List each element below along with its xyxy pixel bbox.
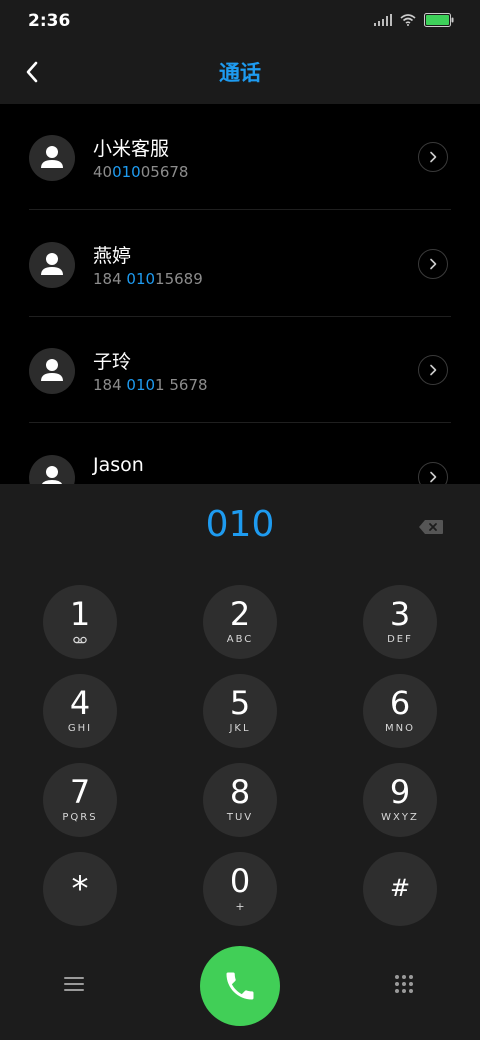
status-icons [374,12,454,28]
divider [29,422,451,423]
key-digit: 9 [389,773,411,811]
voicemail-icon [73,636,87,644]
status-time: 2:36 [28,11,71,31]
key-hash[interactable]: # [363,852,437,926]
key-digit: 3 [389,595,411,633]
number-suffix: 1 5678 [155,376,208,394]
key-star[interactable]: * [43,852,117,926]
key-0[interactable]: 0 + [203,852,277,926]
number-prefix: 184 [93,270,127,288]
key-1[interactable]: 1 [43,585,117,659]
number-prefix: 40 [93,163,113,181]
person-icon [41,359,63,381]
number-suffix: 05678 [140,163,189,181]
divider [29,209,451,210]
key-digit: 0 [229,862,251,900]
avatar [29,135,75,181]
key-2[interactable]: 2 ABC [203,585,277,659]
contact-row[interactable]: 燕婷 184 01015689 [0,211,480,317]
key-letters: PQRS [62,812,98,823]
contact-number: 184 0101 5678 [93,376,208,394]
number-match: 010 [126,376,156,394]
key-digit: 8 [229,773,251,811]
keypad-toggle-button[interactable] [394,974,414,994]
contact-row[interactable]: 小米客服 4001005678 [0,104,480,210]
key-letters: JKL [229,723,251,734]
key-letters: TUV [226,812,254,823]
contact-detail-button[interactable] [418,355,448,385]
key-digit: 6 [389,684,411,722]
key-digit: 5 [229,684,251,722]
contact-detail-button[interactable] [418,462,448,484]
contact-name: 燕婷 [93,245,132,267]
contact-number: 184 01015689 [93,270,203,288]
avatar [29,348,75,394]
menu-icon [64,977,84,991]
backspace-icon [419,520,443,534]
number-match: 010 [112,163,141,181]
key-digit: * [71,869,89,909]
key-8[interactable]: 8 TUV [203,763,277,837]
person-icon [41,146,63,168]
key-digit: 7 [69,773,91,811]
contact-row[interactable]: 子玲 184 0101 5678 [0,317,480,423]
number-suffix: 15689 [155,270,203,288]
page-title: 通话 [219,61,261,85]
contact-number: 4001005678 [93,163,188,181]
signal-icon [374,14,392,26]
key-letters: + [235,900,245,913]
top-bar: 通话 [0,40,480,104]
call-button[interactable] [200,946,280,1026]
number-prefix: 184 [93,376,127,394]
contact-name: 子玲 [93,351,132,373]
contact-detail-button[interactable] [418,142,448,172]
chevron-right-icon [430,151,437,163]
key-9[interactable]: 9 WXYZ [363,763,437,837]
dialed-number: 010 [205,504,275,545]
contact-detail-button[interactable] [418,249,448,279]
key-6[interactable]: 6 MNO [363,674,437,748]
avatar [29,242,75,288]
wifi-icon [400,14,416,26]
key-digit: 1 [69,595,91,633]
key-3[interactable]: 3 DEF [363,585,437,659]
key-7[interactable]: 7 PQRS [43,763,117,837]
menu-button[interactable] [62,972,86,996]
backspace-button[interactable] [417,517,445,537]
keypad-icon [395,975,413,993]
chevron-right-icon [430,471,437,483]
person-icon [41,253,63,275]
chevron-right-icon [430,258,437,270]
status-bar: 2:36 [0,0,480,40]
phone-icon [226,972,254,1000]
key-digit: 2 [229,595,251,633]
key-letters: ABC [226,634,254,645]
battery-icon [424,13,454,27]
key-letters: WXYZ [381,812,419,823]
key-digit: 4 [69,684,91,722]
person-icon [42,466,62,484]
key-letters: MNO [385,723,415,734]
contact-row[interactable]: Jason [0,424,480,484]
key-5[interactable]: 5 JKL [203,674,277,748]
key-letters: DEF [387,634,413,645]
contact-name: Jason [93,454,144,476]
number-match: 010 [126,270,156,288]
dialer-panel: 010 1 2 ABC 3 DEF 4 GHI 5 JKL 6 MNO 7 PQ… [0,484,480,1040]
key-digit: # [389,874,411,902]
chevron-right-icon [430,364,437,376]
key-4[interactable]: 4 GHI [43,674,117,748]
contact-name: 小米客服 [93,138,170,160]
avatar [29,455,75,484]
contact-list[interactable]: 小米客服 4001005678 燕婷 184 01015689 子玲 184 0… [0,104,480,484]
key-letters: GHI [67,723,93,734]
